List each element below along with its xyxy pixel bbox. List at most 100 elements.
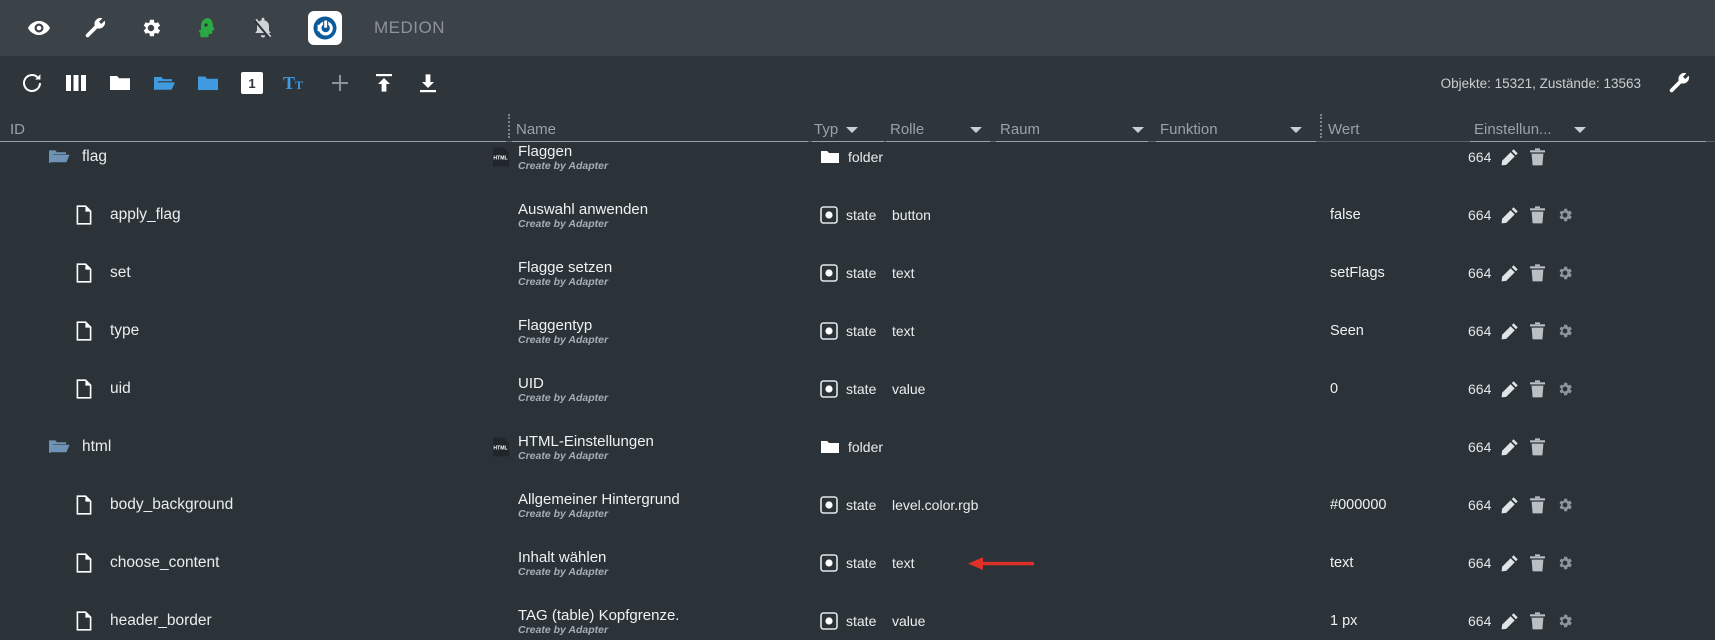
row-settings-cell[interactable]: 664: [1468, 432, 1546, 461]
row-id-cell[interactable]: flag: [48, 142, 107, 171]
table-row[interactable]: set Flagge setzen Create by Adapter state te…: [0, 258, 1715, 288]
folder-icon[interactable]: [98, 63, 142, 103]
row-name-cell[interactable]: Flaggentyp Create by Adapter: [488, 316, 798, 346]
table-row[interactable]: type Flaggentyp Create by Adapter state text…: [0, 316, 1715, 346]
delete-trash-icon[interactable]: [1529, 611, 1546, 630]
eye-icon[interactable]: [22, 11, 56, 45]
folder-closed-icon[interactable]: [186, 63, 230, 103]
row-type-label: state: [846, 554, 877, 571]
table-row[interactable]: apply_flag Auswahl anwenden Create by Adap…: [0, 200, 1715, 230]
folder-open-icon[interactable]: [142, 63, 186, 103]
refresh-icon[interactable]: [10, 63, 54, 103]
objects-table-body[interactable]: flag HTML Flaggen Create by Adapter folder 66…: [0, 142, 1715, 636]
row-name-cell[interactable]: Allgemeiner Hintergrund Create by Adapter: [488, 490, 798, 520]
objects-toolbar: 1 TT Objekte: 15321, Zustände: 13563: [0, 56, 1715, 110]
row-settings-cell[interactable]: 664: [1468, 316, 1574, 345]
row-settings-cell[interactable]: 664: [1468, 490, 1574, 519]
row-id-cell[interactable]: html: [48, 432, 111, 461]
funktion-filter-caret-icon[interactable]: [1289, 127, 1302, 133]
row-value-cell[interactable]: false: [1330, 200, 1361, 229]
row-gear-icon[interactable]: [1556, 322, 1574, 340]
row-settings-cell[interactable]: 664: [1468, 200, 1574, 229]
row-name-cell[interactable]: Flagge setzen Create by Adapter: [488, 258, 798, 288]
edit-pencil-icon[interactable]: [1501, 148, 1519, 166]
row-value-cell[interactable]: 0: [1330, 374, 1338, 403]
row-value-cell[interactable]: Seen: [1330, 316, 1364, 345]
text-size-icon[interactable]: TT: [274, 63, 318, 103]
delete-trash-icon[interactable]: [1529, 495, 1546, 514]
rolle-filter-caret-icon[interactable]: [970, 127, 983, 133]
row-gear-icon[interactable]: [1556, 496, 1574, 514]
row-settings-cell[interactable]: 664: [1468, 548, 1574, 577]
row-gear-icon[interactable]: [1556, 206, 1574, 224]
folder-open-icon: [48, 438, 72, 456]
row-gear-icon[interactable]: [1556, 612, 1574, 630]
einstellungen-caret-icon[interactable]: [1573, 127, 1586, 133]
table-row[interactable]: flag HTML Flaggen Create by Adapter folder 66…: [0, 142, 1715, 172]
table-row[interactable]: header_border TAG (table) Kopfgrenze. Crea…: [0, 606, 1715, 636]
table-row[interactable]: html HTML HTML-Einstellungen Create by Adap…: [0, 432, 1715, 462]
row-name-label: Flaggentyp: [518, 317, 593, 334]
delete-trash-icon[interactable]: [1529, 263, 1546, 282]
wrench-icon[interactable]: [78, 11, 112, 45]
row-id-cell[interactable]: type: [76, 316, 139, 345]
raum-filter-caret-icon[interactable]: [1132, 127, 1145, 133]
columns-icon[interactable]: [54, 63, 98, 103]
row-name-cell[interactable]: TAG (table) Kopfgrenze. Create by Adapter: [488, 606, 798, 636]
iobroker-logo-icon[interactable]: [308, 11, 342, 45]
edit-pencil-icon[interactable]: [1501, 206, 1519, 224]
edit-pencil-icon[interactable]: [1501, 554, 1519, 572]
row-name-cell[interactable]: HTML Flaggen Create by Adapter: [488, 142, 798, 172]
row-settings-cell[interactable]: 664: [1468, 258, 1574, 287]
row-name-cell[interactable]: Inhalt wählen Create by Adapter: [488, 548, 798, 578]
row-name-cell[interactable]: Auswahl anwenden Create by Adapter: [488, 200, 798, 230]
row-value-cell[interactable]: 1 px: [1330, 606, 1357, 635]
column-divider-wert[interactable]: [1320, 114, 1322, 138]
upload-icon[interactable]: [362, 63, 406, 103]
edit-pencil-icon[interactable]: [1501, 264, 1519, 282]
settings-wrench-icon[interactable]: [1657, 63, 1701, 103]
delete-trash-icon[interactable]: [1529, 437, 1546, 456]
head-icon[interactable]: [190, 11, 224, 45]
edit-pencil-icon[interactable]: [1501, 322, 1519, 340]
row-value-cell[interactable]: setFlags: [1330, 258, 1385, 287]
table-row[interactable]: choose_content Inhalt wählen Create by Ada…: [0, 548, 1715, 578]
svg-text:HTML: HTML: [493, 156, 507, 162]
delete-trash-icon[interactable]: [1529, 147, 1546, 166]
row-id-cell[interactable]: uid: [76, 374, 131, 403]
row-name-cell[interactable]: HTML HTML-Einstellungen Create by Adapter: [488, 432, 798, 462]
row-name-cell[interactable]: UID Create by Adapter: [488, 374, 798, 404]
row-settings-cell[interactable]: 664: [1468, 374, 1574, 403]
row-id-cell[interactable]: header_border: [76, 606, 212, 635]
plus-icon[interactable]: [318, 63, 362, 103]
download-icon[interactable]: [406, 63, 450, 103]
edit-pencil-icon[interactable]: [1501, 612, 1519, 630]
row-gear-icon[interactable]: [1556, 264, 1574, 282]
row-settings-cell[interactable]: 664: [1468, 142, 1546, 171]
bell-off-icon[interactable]: [246, 11, 280, 45]
delete-trash-icon[interactable]: [1529, 205, 1546, 224]
table-row[interactable]: body_background Allgemeiner Hintergrund Cr…: [0, 490, 1715, 520]
row-gear-icon[interactable]: [1556, 380, 1574, 398]
delete-trash-icon[interactable]: [1529, 379, 1546, 398]
row-settings-cell[interactable]: 664: [1468, 606, 1574, 635]
row-value-cell[interactable]: text: [1330, 548, 1353, 577]
depth-badge[interactable]: 1: [230, 63, 274, 103]
gear-icon[interactable]: [134, 11, 168, 45]
row-value-cell[interactable]: #000000: [1330, 490, 1386, 519]
column-divider-name[interactable]: [508, 114, 510, 138]
delete-trash-icon[interactable]: [1529, 321, 1546, 340]
row-id-cell[interactable]: apply_flag: [76, 200, 181, 229]
edit-pencil-icon[interactable]: [1501, 380, 1519, 398]
delete-trash-icon[interactable]: [1529, 553, 1546, 572]
edit-pencil-icon[interactable]: [1501, 496, 1519, 514]
brand-label: MEDION: [374, 18, 445, 37]
typ-sort-caret-icon[interactable]: [846, 127, 859, 133]
row-id-cell[interactable]: body_background: [76, 490, 233, 519]
row-id-cell[interactable]: set: [76, 258, 131, 287]
row-gear-icon[interactable]: [1556, 554, 1574, 572]
row-name-subtitle: Create by Adapter: [518, 508, 609, 520]
edit-pencil-icon[interactable]: [1501, 438, 1519, 456]
table-row[interactable]: uid UID Create by Adapter state value 0 664: [0, 374, 1715, 404]
row-id-cell[interactable]: choose_content: [76, 548, 219, 577]
